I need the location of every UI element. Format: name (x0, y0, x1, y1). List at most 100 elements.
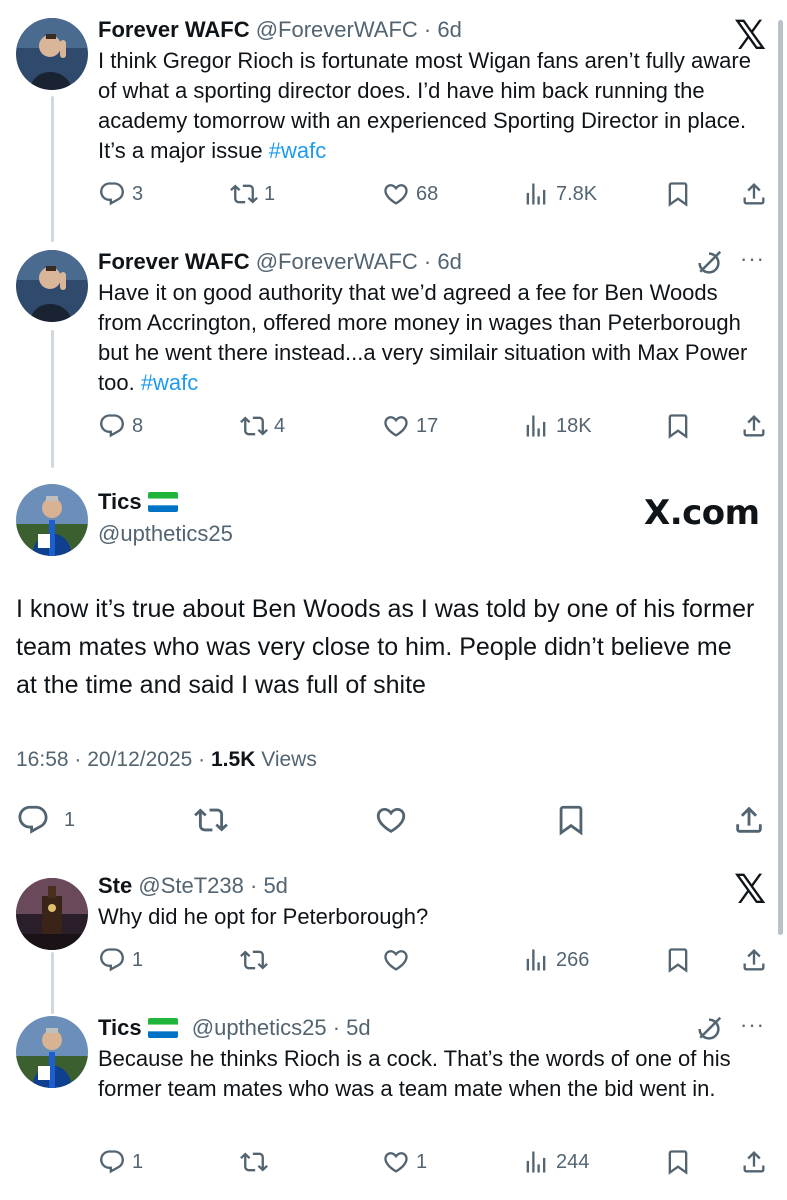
reply-icon (98, 412, 126, 440)
views-icon (522, 1148, 550, 1176)
timestamp[interactable]: · 6d (424, 17, 462, 42)
share-button[interactable] (732, 800, 766, 840)
repost-button[interactable] (240, 1142, 268, 1182)
tweet-header: Tics @upthetics25 · 5d (98, 1014, 371, 1042)
repost-button[interactable] (194, 800, 228, 840)
like-count: 1 (416, 1150, 428, 1173)
more-options-icon[interactable]: ··· (740, 1012, 765, 1038)
username-row: @upthetics25 (98, 520, 233, 548)
views-button[interactable]: 244 (522, 1142, 589, 1182)
share-icon (740, 1148, 768, 1176)
bookmark-button[interactable] (664, 1142, 692, 1182)
display-name[interactable]: Tics (98, 489, 142, 514)
like-icon (382, 180, 410, 208)
views-icon (522, 180, 550, 208)
views-button[interactable]: 266 (522, 940, 589, 980)
repost-icon (230, 180, 258, 208)
timestamp[interactable]: · 6d (424, 249, 462, 274)
reply-icon (16, 803, 50, 837)
bookmark-button[interactable] (664, 174, 692, 214)
avatar[interactable] (16, 250, 88, 322)
reply-tweet[interactable]: Ste @SteT238 · 5d 𝕏 Why did he opt for P… (0, 862, 787, 992)
reply-button[interactable]: 1 (16, 800, 75, 840)
like-button[interactable] (374, 800, 408, 840)
repost-icon (240, 412, 268, 440)
main-tweet-text: I know it’s true about Ben Woods as I wa… (16, 595, 755, 699)
like-button[interactable]: 1 (382, 1142, 427, 1182)
bookmark-icon (664, 1148, 692, 1176)
repost-button[interactable] (240, 940, 268, 980)
reply-count: 1 (132, 948, 144, 971)
like-icon (382, 412, 410, 440)
avatar[interactable] (16, 1016, 88, 1088)
reply-icon (98, 946, 126, 974)
bookmark-icon (554, 803, 588, 837)
bookmark-button[interactable] (664, 406, 692, 446)
display-name[interactable]: Ste (98, 873, 132, 898)
bookmark-button[interactable] (554, 800, 588, 840)
grok-icon[interactable] (694, 1014, 724, 1044)
reply-tweet[interactable]: Tics @upthetics25 · 5d ··· Because he th… (0, 1008, 787, 1200)
share-button[interactable] (740, 174, 768, 214)
repost-button[interactable]: 4 (240, 406, 285, 446)
username[interactable]: @upthetics25 (192, 1015, 327, 1040)
views-button[interactable]: 18K (522, 406, 592, 446)
like-icon (374, 803, 408, 837)
tweet-text: Because he thinks Rioch is a cock. That’… (98, 1046, 731, 1101)
repost-icon (240, 946, 268, 974)
tweet-header: Ste @SteT238 · 5d (98, 872, 288, 900)
reply-button[interactable]: 8 (98, 406, 143, 446)
like-button[interactable]: 17 (382, 406, 438, 446)
bookmark-icon (664, 412, 692, 440)
timestamp[interactable]: · 5d (250, 873, 288, 898)
tweet[interactable]: Forever WAFC @ForeverWAFC · 6d ··· Have … (0, 240, 787, 460)
username[interactable]: @SteT238 (138, 873, 244, 898)
avatar[interactable] (16, 484, 88, 556)
timestamp[interactable]: · 5d (333, 1015, 371, 1040)
sierra-leone-flag-icon (147, 492, 178, 512)
repost-icon (240, 1148, 268, 1176)
reply-button[interactable]: 1 (98, 940, 143, 980)
like-button[interactable] (382, 940, 410, 980)
repost-count: 4 (274, 414, 286, 437)
views-icon (522, 412, 550, 440)
views-count: 18K (556, 414, 592, 437)
share-button[interactable] (740, 1142, 768, 1182)
bookmark-icon (664, 946, 692, 974)
display-name[interactable]: Forever WAFC (98, 249, 250, 274)
reply-count: 1 (64, 808, 76, 831)
repost-icon (194, 803, 228, 837)
avatar[interactable] (16, 878, 88, 950)
views-icon (522, 946, 550, 974)
tweet-header: Tics (98, 488, 178, 516)
display-name[interactable]: Forever WAFC (98, 17, 250, 42)
display-name[interactable]: Tics (98, 1015, 142, 1040)
tweet[interactable]: Forever WAFC @ForeverWAFC · 6d 𝕏 I think… (0, 0, 787, 230)
username[interactable]: @upthetics25 (98, 521, 233, 546)
repost-button[interactable]: 1 (230, 174, 275, 214)
tweet-meta: 16:58 · 20/12/2025 · 1.5K Views (16, 748, 317, 772)
like-icon (382, 1148, 410, 1176)
like-button[interactable]: 68 (382, 174, 438, 214)
share-icon (740, 180, 768, 208)
views-count: 266 (556, 948, 590, 971)
reply-count: 8 (132, 414, 144, 437)
grok-icon[interactable] (694, 248, 724, 278)
tweet-timestamp[interactable]: 16:58 · 20/12/2025 · (16, 748, 205, 771)
reply-button[interactable]: 3 (98, 174, 143, 214)
hashtag-link[interactable]: #wafc (269, 138, 326, 163)
username[interactable]: @ForeverWAFC (256, 249, 418, 274)
avatar[interactable] (16, 18, 88, 90)
tweet-header: Forever WAFC @ForeverWAFC · 6d (98, 248, 462, 276)
views-label: Views (261, 748, 317, 771)
reply-count: 3 (132, 182, 144, 205)
tweet-text: Why did he opt for Peterborough? (98, 904, 429, 929)
more-options-icon[interactable]: ··· (740, 246, 765, 272)
reply-button[interactable]: 1 (98, 1142, 143, 1182)
hashtag-link[interactable]: #wafc (141, 370, 198, 395)
share-button[interactable] (740, 406, 768, 446)
bookmark-button[interactable] (664, 940, 692, 980)
share-button[interactable] (740, 940, 768, 980)
username[interactable]: @ForeverWAFC (256, 17, 418, 42)
views-button[interactable]: 7.8K (522, 174, 597, 214)
